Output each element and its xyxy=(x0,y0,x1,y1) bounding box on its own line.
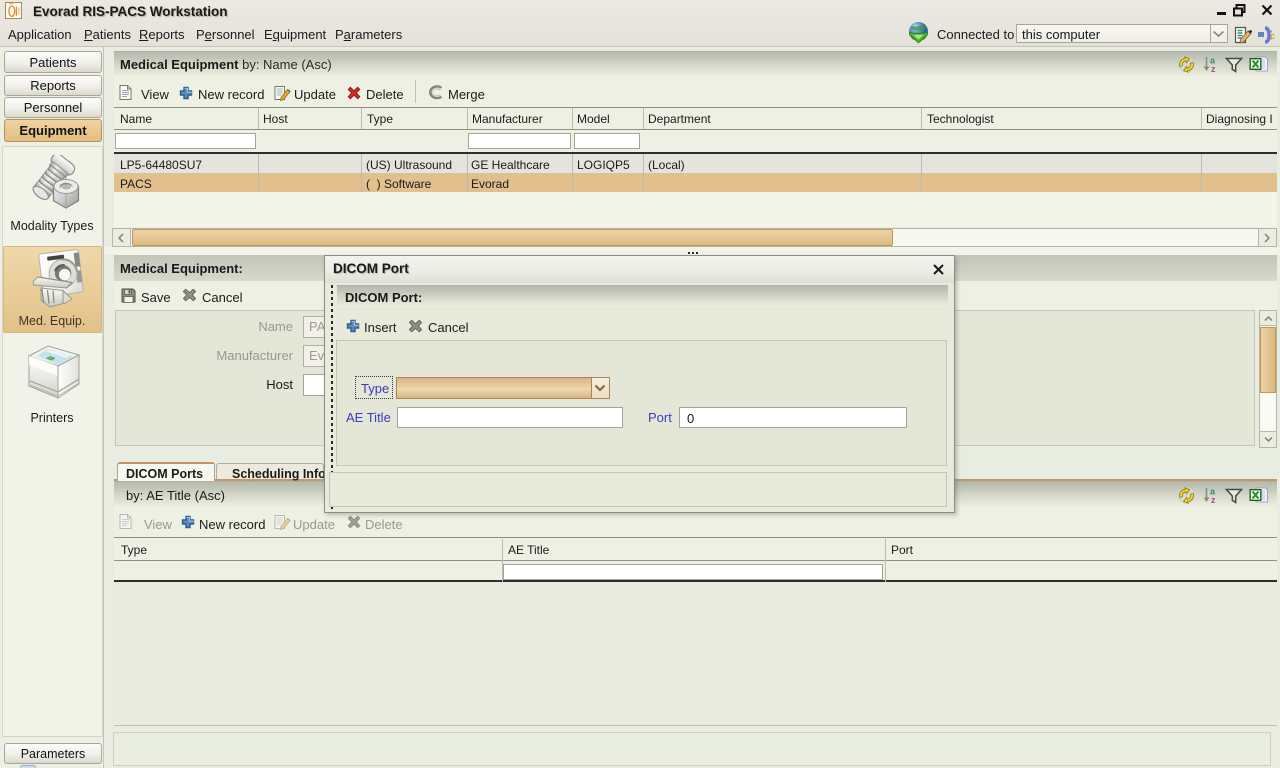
svg-text:z: z xyxy=(1211,495,1216,504)
svg-text:z: z xyxy=(1211,64,1216,73)
svg-text:c: c xyxy=(1270,31,1275,41)
